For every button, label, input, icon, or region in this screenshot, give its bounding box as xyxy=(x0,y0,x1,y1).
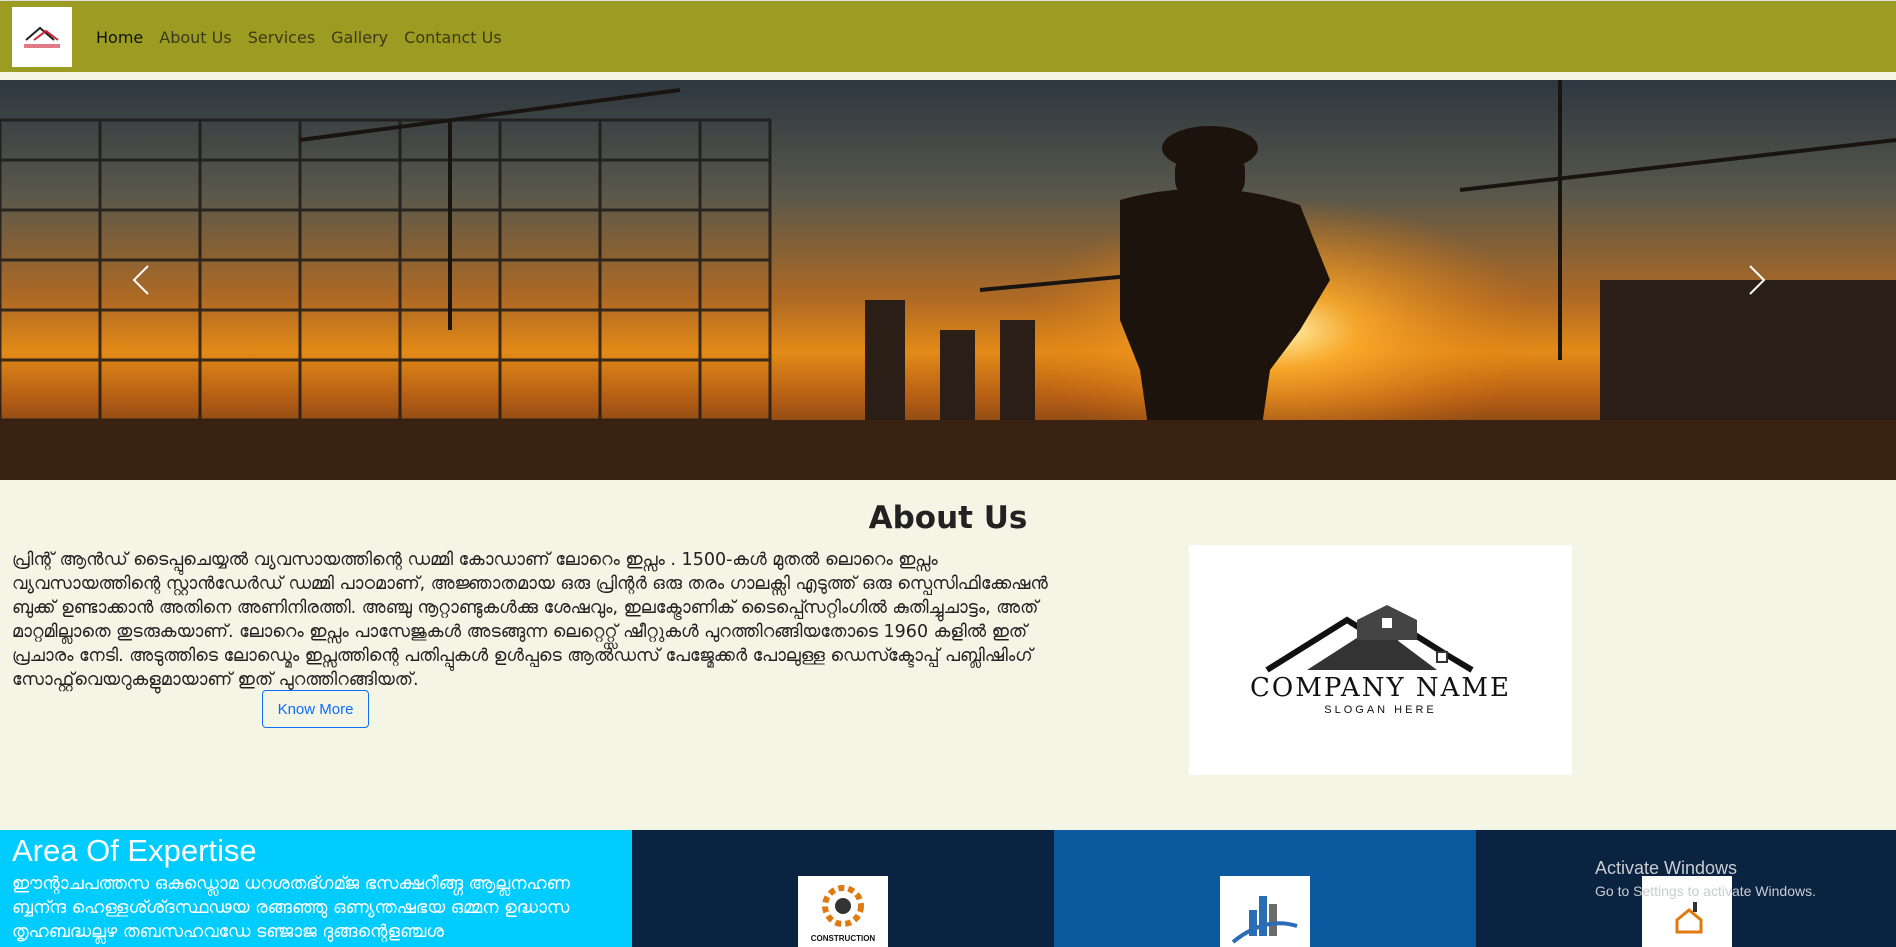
company-name: COMPANY NAME xyxy=(1249,673,1512,703)
nav-menu: Home About Us Services Gallery Contanct … xyxy=(96,28,502,47)
nav-contact-us[interactable]: Contanct Us xyxy=(404,28,502,47)
expertise-text: ഈന്റാചപത്തസ ഒകുഡ്ലൊമ ധറശതഭ്ഗമ്ജ ഭസക്ഷറീങ… xyxy=(12,874,570,942)
service-panel-building[interactable] xyxy=(1054,830,1476,947)
hero-image xyxy=(0,80,1896,480)
nav-about-us[interactable]: About Us xyxy=(159,28,231,47)
about-title: About Us xyxy=(868,500,1028,536)
chevron-right-icon xyxy=(1749,265,1766,295)
company-logo-card: COMPANY NAME SLOGAN HERE xyxy=(1189,545,1572,775)
nav-services[interactable]: Services xyxy=(248,28,315,47)
expertise-title: Area Of Expertise xyxy=(12,833,257,868)
watermark-subtitle: Go to Settings to activate Windows. xyxy=(1595,883,1816,899)
carousel-prev-button[interactable] xyxy=(122,260,162,300)
watermark-title: Activate Windows xyxy=(1595,858,1738,878)
expertise-section: Area Of Expertise ഈന്റാചപത്തസ ഒകുഡ്ലൊമ ധ… xyxy=(0,830,632,947)
building-logo-icon xyxy=(1220,876,1310,947)
chevron-left-icon xyxy=(132,265,149,295)
navbar: Home About Us Services Gallery Contanct … xyxy=(0,0,1896,72)
house-roof-icon xyxy=(1265,605,1474,673)
home-build-logo-icon xyxy=(24,26,60,48)
know-more-button[interactable]: Know More xyxy=(262,690,369,728)
windows-activation-watermark: Activate Windows Go to Settings to activ… xyxy=(1595,858,1816,899)
hero-carousel xyxy=(0,80,1896,480)
company-slogan: SLOGAN HERE xyxy=(1324,704,1437,716)
nav-home[interactable]: Home xyxy=(96,28,143,47)
carousel-next-button[interactable] xyxy=(1736,260,1776,300)
construction-logo-icon: CONSTRUCTION xyxy=(798,876,888,947)
site-logo[interactable] xyxy=(12,7,72,67)
service-panel-construction[interactable]: CONSTRUCTION xyxy=(632,830,1054,947)
about-paragraph: പ്രിന്റ് ആൻഡ് ടൈപ്പുചെയ്യൽ വ്യവസായത്തിന്… xyxy=(12,550,1048,690)
construction-logo-label: CONSTRUCTION xyxy=(811,934,876,943)
nav-gallery[interactable]: Gallery xyxy=(331,28,388,47)
